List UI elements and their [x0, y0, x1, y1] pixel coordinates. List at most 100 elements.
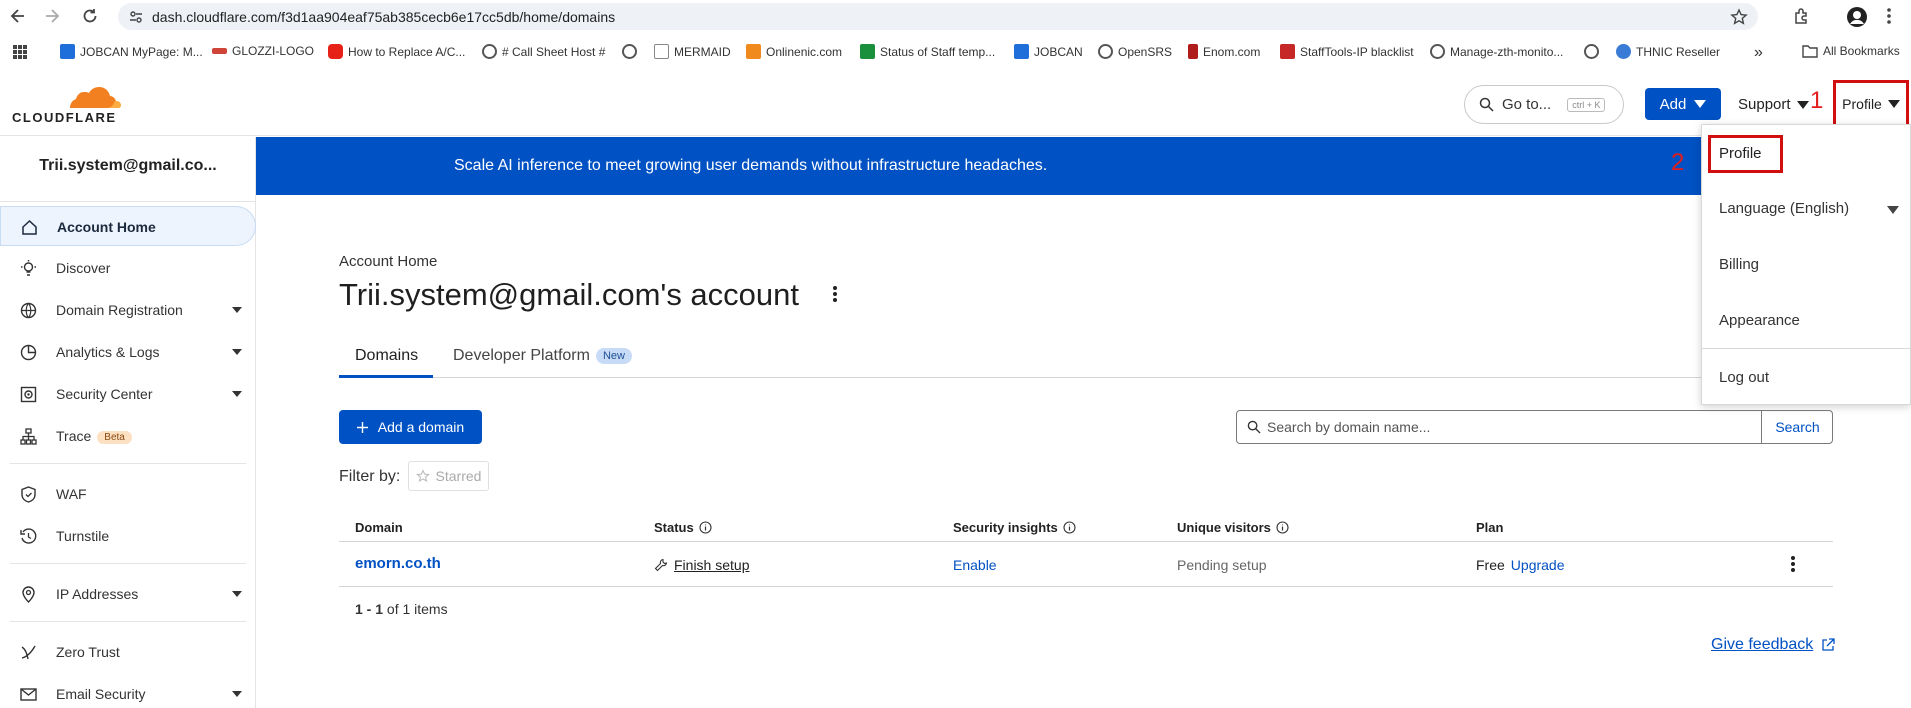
cloudflare-wordmark: CLOUDFLARE [12, 110, 117, 125]
add-button[interactable]: Add [1645, 88, 1721, 120]
address-bar[interactable]: dash.cloudflare.com/f3d1aa904eaf75ab385c… [118, 3, 1758, 30]
bookmark-item[interactable] [622, 44, 637, 59]
sidebar-item-domain-registration[interactable]: Domain Registration [0, 290, 256, 330]
finish-setup-link[interactable]: Finish setup [654, 557, 749, 573]
search-button[interactable]: Search [1761, 411, 1833, 443]
document-icon [654, 44, 669, 59]
youtube-icon [328, 44, 343, 59]
account-switcher[interactable]: Trii.system@gmail.co... [0, 157, 256, 175]
sidebar-item-label: Security Center [56, 386, 153, 402]
annotation-number-1: 1 [1810, 87, 1824, 114]
app-header: CLOUDFLARE Go to... ctrl + K Add Support… [0, 68, 1911, 136]
table-row: emorn.co.th Finish setup Enable Pending … [339, 543, 1833, 587]
bookmark-item[interactable]: # Call Sheet Host # [482, 44, 605, 59]
shortcut-hint: ctrl + K [1567, 97, 1606, 112]
reload-icon[interactable] [80, 6, 100, 26]
globe-icon [1430, 44, 1445, 59]
shield-icon [20, 486, 37, 503]
site-settings-icon[interactable] [128, 9, 144, 25]
column-header-plan: Plan [1476, 520, 1504, 535]
profile-dropdown-menu: Profile Language (English) Billing Appea… [1701, 124, 1911, 405]
tab-developer-platform[interactable]: Developer Platform New [453, 347, 632, 365]
bookmark-item[interactable]: GLOZZI-LOGO [212, 44, 314, 58]
sidebar-item-label: Trace [56, 428, 92, 444]
sidebar-item-trace[interactable]: Trace Beta [0, 416, 256, 456]
sidebar-item-discover[interactable]: Discover [0, 248, 256, 288]
bookmark-favicon-icon [60, 44, 75, 59]
profile-menu-button[interactable]: Profile [1833, 80, 1909, 127]
table-header: Domain Status Security insights Unique v… [339, 512, 1833, 542]
column-header-domain: Domain [355, 520, 403, 535]
bookmark-item[interactable] [1584, 44, 1599, 59]
bookmark-item[interactable]: MERMAID [654, 44, 731, 59]
bookmark-item[interactable]: Manage-zth-monito... [1430, 44, 1563, 59]
info-icon[interactable] [1063, 521, 1076, 534]
star-icon [415, 469, 430, 483]
annotation-number-2: 2 [1671, 149, 1685, 176]
avatar[interactable] [1846, 6, 1868, 28]
forward-arrow-icon[interactable] [42, 6, 62, 26]
bookmark-item[interactable]: JOBCAN MyPage: M... [60, 44, 203, 59]
sidebar-item-ip-addresses[interactable]: IP Addresses [0, 574, 256, 614]
extensions-icon[interactable] [1792, 6, 1812, 26]
bookmark-item[interactable]: Enom.com [1188, 44, 1260, 59]
domain-link[interactable]: emorn.co.th [355, 555, 441, 572]
sidebar-item-security-center[interactable]: Security Center [0, 374, 256, 414]
info-icon[interactable] [1276, 521, 1289, 534]
sidebar-item-zero-trust[interactable]: Zero Trust [0, 632, 256, 672]
bookmark-item[interactable]: How to Replace A/C... [328, 44, 465, 59]
more-bookmarks-button[interactable]: » [1754, 44, 1763, 62]
sidebar-item-label: Analytics & Logs [56, 344, 160, 360]
menu-item-billing[interactable]: Billing [1702, 245, 1911, 285]
menu-item-log-out[interactable]: Log out [1702, 358, 1911, 398]
menu-item-language[interactable]: Language (English) [1702, 189, 1911, 229]
sidebar-item-turnstile[interactable]: Turnstile [0, 516, 256, 556]
bookmark-favicon-icon [1014, 44, 1029, 59]
browser-menu-icon[interactable] [1886, 6, 1892, 26]
caret-down-icon [1887, 206, 1899, 214]
sidebar-item-label: Zero Trust [56, 644, 120, 660]
domain-search-input[interactable] [1237, 411, 1761, 443]
sidebar-item-label: WAF [56, 486, 87, 502]
start-building-link[interactable]: Start Building [1051, 158, 1134, 174]
bookmark-item[interactable]: JOBCAN [1014, 44, 1083, 59]
sidebar-item-waf[interactable]: WAF [0, 474, 256, 514]
enable-security-link[interactable]: Enable [953, 557, 997, 573]
back-arrow-icon[interactable] [8, 6, 28, 26]
bookmark-item[interactable]: THNIC Reseller [1616, 44, 1720, 59]
support-menu-button[interactable]: Support [1738, 96, 1809, 113]
trace-icon [20, 428, 37, 445]
menu-item-profile[interactable]: Profile [1708, 135, 1783, 173]
tab-domains[interactable]: Domains [355, 347, 418, 365]
caret-down-icon [232, 307, 242, 313]
promo-banner: Scale AI inference to meet growing user … [256, 137, 1911, 195]
apps-grid-icon[interactable] [12, 44, 28, 60]
active-tab-indicator [339, 375, 433, 378]
bookmark-item[interactable]: StaffTools-IP blacklist [1280, 44, 1414, 59]
sidebar-item-analytics-logs[interactable]: Analytics & Logs [0, 332, 256, 372]
sidebar-item-account-home[interactable]: Account Home [0, 206, 256, 246]
sidebar-divider [10, 463, 246, 464]
info-icon[interactable] [699, 521, 712, 534]
starred-filter-button[interactable]: Starred [408, 461, 489, 491]
menu-item-appearance[interactable]: Appearance [1702, 301, 1911, 341]
row-actions-kebab-icon[interactable] [1790, 555, 1796, 573]
bookmark-item[interactable]: Status of Staff temp... [860, 44, 995, 59]
give-feedback-link[interactable]: Give feedback [1711, 636, 1835, 654]
bookmark-star-icon[interactable] [1730, 8, 1748, 26]
bookmark-item[interactable]: OpenSRS [1098, 44, 1172, 59]
globe-icon [1098, 44, 1113, 59]
security-icon [20, 386, 37, 403]
goto-search-button[interactable]: Go to... ctrl + K [1464, 85, 1624, 124]
globe-icon [1584, 44, 1599, 59]
home-icon [21, 219, 38, 236]
bookmark-item[interactable]: Onlinenic.com [746, 44, 842, 59]
account-actions-kebab-icon[interactable] [832, 285, 838, 303]
all-bookmarks-button[interactable]: All Bookmarks [1802, 44, 1900, 58]
caret-down-icon [1887, 99, 1900, 108]
sidebar-item-email-security[interactable]: Email Security [0, 674, 256, 708]
cloudflare-logo-icon[interactable] [12, 84, 122, 110]
sidebar-item-label: IP Addresses [56, 586, 139, 602]
upgrade-link[interactable]: Upgrade [1511, 557, 1565, 573]
add-domain-button[interactable]: Add a domain [339, 410, 482, 444]
